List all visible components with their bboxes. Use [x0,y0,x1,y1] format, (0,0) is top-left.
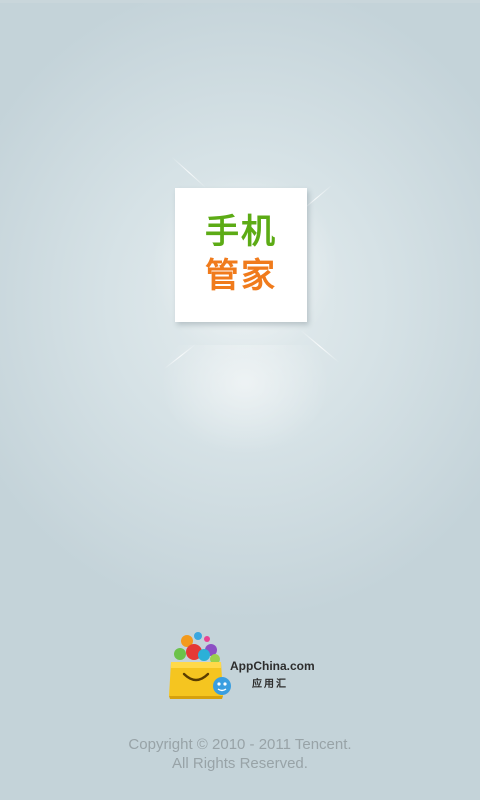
logo-reflection [160,345,330,455]
copyright: Copyright © 2010 - 2011 Tencent. All Rig… [0,735,480,773]
shopping-bag-icon [169,632,231,699]
partner-subtitle: 应用汇 [252,679,288,690]
copyright-line1: Copyright © 2010 - 2011 Tencent. [128,736,352,753]
appchina-logo: AppChina.com 应用汇 [166,630,326,702]
logo-text-line1: 手机 [205,212,277,252]
copyright-line2: All Rights Reserved. [172,755,308,772]
status-bar [0,0,480,3]
app-logo: 手机 管家 [175,188,307,322]
logo-text-line2: 管家 [205,256,277,296]
partner-name: AppChina.com [230,659,315,673]
